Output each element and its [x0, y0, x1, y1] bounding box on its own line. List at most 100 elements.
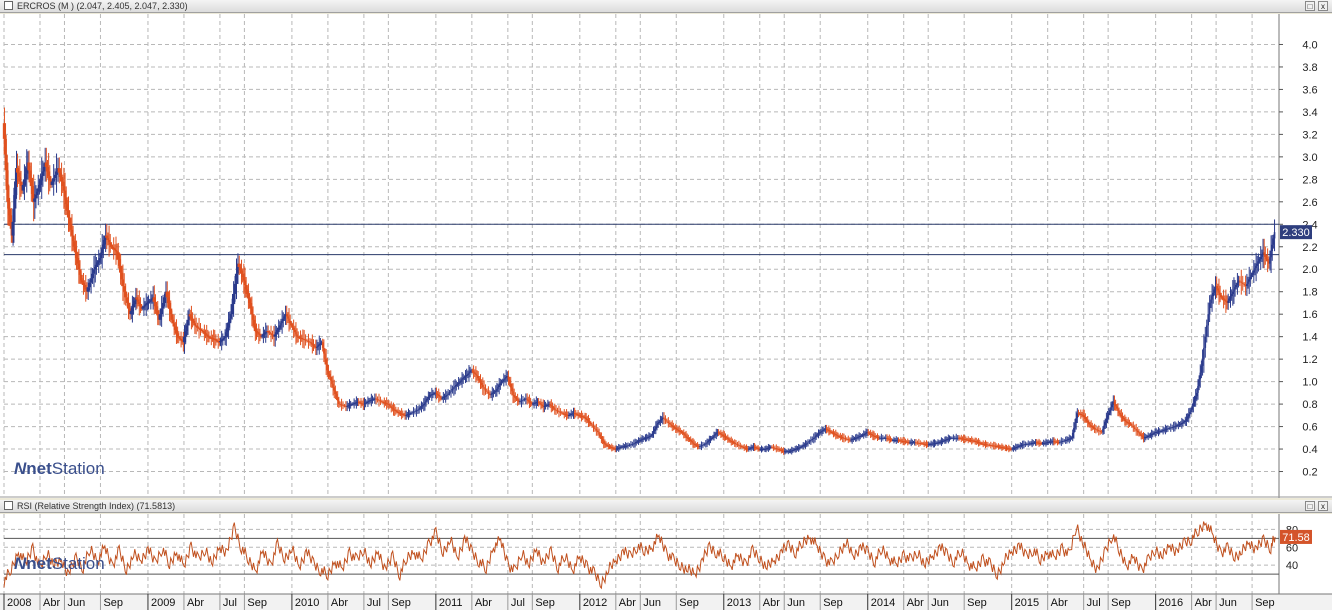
price-candle-body [651, 433, 654, 436]
price-candle-body [846, 438, 848, 440]
price-candle-body [551, 406, 554, 408]
price-candle-body [707, 441, 710, 443]
price-candle-body [715, 433, 718, 435]
price-candle-body [630, 444, 632, 446]
price-candle-body [454, 386, 456, 388]
chart-window: ERCROS (M ) (2.047, 2.405, 2.047, 2.330)… [0, 0, 1332, 610]
price-candle-body [480, 382, 483, 385]
price-candle-body [1113, 401, 1116, 405]
price-candle-body [1247, 281, 1249, 284]
price-candle-body [1187, 414, 1190, 417]
price-candle-body [592, 425, 595, 428]
price-candle-body [991, 445, 994, 447]
price-candle-body [317, 345, 319, 347]
price-candle-body [516, 399, 519, 401]
price-candle-body [812, 437, 815, 439]
x-axis-label: 2014 [871, 597, 895, 609]
x-axis-label: 2008 [7, 597, 31, 609]
price-candle-body [538, 402, 541, 404]
price-candle-body [511, 387, 513, 392]
price-candle-body [1169, 427, 1172, 429]
price-candle-body [541, 404, 543, 406]
price-candle-body [335, 393, 338, 398]
logo-text-bold: net [26, 459, 52, 478]
price-candle-body [1074, 422, 1076, 428]
price-candle-body [472, 371, 475, 373]
price-candle-body [290, 323, 293, 326]
price-candle-body [712, 436, 714, 438]
price-candle-body [375, 398, 377, 400]
close-button[interactable]: x [1318, 501, 1328, 511]
price-candle-body [515, 397, 518, 400]
price-candle-body [1211, 296, 1213, 300]
price-candle-body [1135, 429, 1138, 431]
price-candle-body [1259, 256, 1262, 260]
close-button[interactable]: x [1318, 1, 1328, 11]
price-candle-body [307, 340, 310, 342]
price-candle-body [463, 377, 466, 379]
price-candle-body [333, 387, 336, 391]
price-candle-body [537, 401, 540, 403]
price-candle-body [595, 429, 598, 431]
price-candle-body [287, 316, 289, 319]
price-last-value-label: 2.330 [1282, 227, 1310, 239]
price-candle-body [1117, 408, 1119, 411]
price-tick-label: 1.4 [1302, 332, 1317, 344]
price-candle-body [687, 437, 690, 439]
price-candle-body [700, 445, 703, 447]
price-candle-body [710, 437, 713, 439]
price-candle-body [1024, 444, 1027, 446]
price-candle-body [1198, 379, 1200, 387]
price-candle-body [1192, 402, 1195, 407]
price-tick-label: 1.0 [1302, 377, 1317, 389]
price-chart[interactable]: 0.20.40.60.81.01.21.41.61.82.02.22.42.62… [0, 14, 1332, 498]
x-axis-label: Abr [763, 597, 780, 609]
price-candle-body [652, 431, 655, 434]
price-candle-body [1102, 428, 1104, 433]
price-candle-body [427, 396, 430, 399]
x-axis-label: Jul [511, 597, 525, 609]
price-candle-body [1107, 412, 1110, 416]
price-candle-body [1233, 289, 1235, 292]
maximize-button[interactable]: □ [1305, 501, 1315, 511]
price-candle-body [477, 376, 479, 379]
price-candle-body [587, 420, 590, 422]
price-candle-body [417, 409, 419, 411]
price-candle-body [529, 401, 532, 403]
price-candle-body [1207, 314, 1209, 326]
price-candle-body [306, 340, 308, 342]
maximize-button[interactable]: □ [1305, 1, 1315, 11]
x-axis-label: Abr [331, 597, 348, 609]
price-candle-body [987, 444, 989, 446]
price-candle-body [439, 396, 441, 398]
price-candle-body [520, 400, 523, 402]
price-tick-label: 2.2 [1302, 242, 1317, 254]
price-candle-body [491, 393, 494, 395]
panel-menu-icon[interactable] [4, 1, 13, 10]
price-candle-body [424, 402, 426, 405]
price-candle-body [664, 418, 667, 421]
rsi-chart[interactable]: 40608071.582008AbrJunSep2009AbrJulSep201… [0, 514, 1332, 610]
logo-text-regular: Station [51, 554, 105, 573]
price-candle-body [448, 391, 451, 394]
netstation-logo-icon: N [14, 459, 27, 478]
price-candle-body [674, 427, 677, 429]
price-candle-body [598, 432, 600, 435]
price-candle-body [1271, 244, 1274, 252]
price-candle-body [426, 398, 429, 401]
price-candle-body [1105, 418, 1108, 423]
x-axis-label: 2016 [1159, 597, 1183, 609]
price-candle-body [724, 436, 727, 438]
panel-menu-icon[interactable] [4, 501, 13, 510]
price-candle-body [478, 378, 481, 381]
x-axis-label: Jul [367, 597, 381, 609]
price-candle-body [483, 387, 485, 389]
price-candle-body [332, 383, 334, 388]
price-candle-body [1059, 441, 1061, 443]
x-axis-label: Sep [1111, 597, 1131, 609]
price-candle-body [805, 443, 808, 445]
x-axis-label: Jun [643, 597, 661, 609]
rsi-panel-title: RSI (Relative Strength Index) (71.5813) [17, 501, 176, 511]
price-candle-body [672, 426, 675, 428]
price-panel-title-bar: ERCROS (M ) (2.047, 2.405, 2.047, 2.330)… [0, 0, 1332, 13]
